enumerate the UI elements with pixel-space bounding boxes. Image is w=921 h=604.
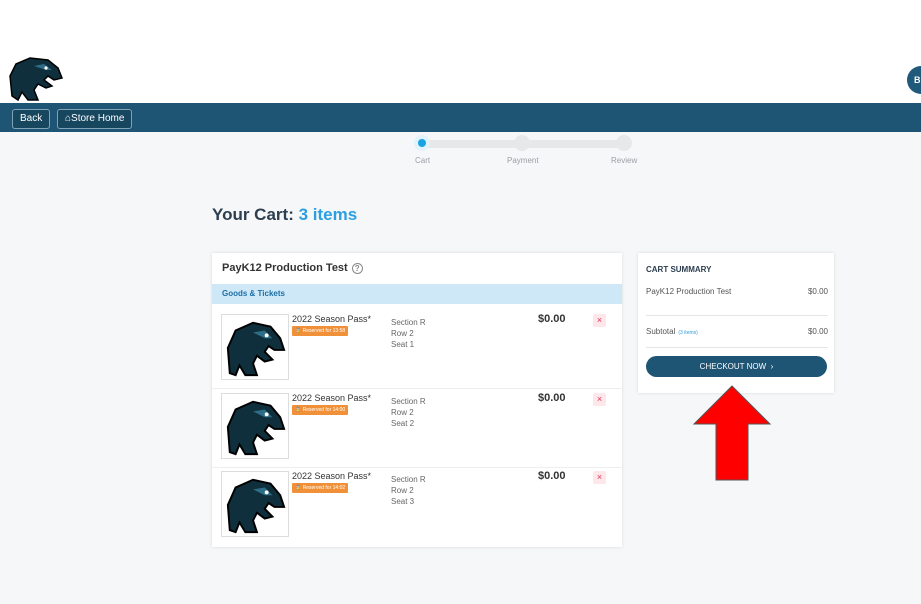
item-seat-number: Seat 2: [391, 419, 415, 428]
step-payment-dot: [514, 135, 530, 151]
panther-thumbnail: [221, 393, 289, 459]
item-price: $0.00: [538, 392, 566, 404]
item-seat-number: Seat 3: [391, 497, 415, 506]
subtotal-label: Subtotal: [646, 327, 676, 336]
item-seat-info: Section R Row 2 Seat 3: [391, 474, 426, 507]
panther-thumbnail: [221, 471, 289, 537]
remove-item-button[interactable]: ×: [593, 314, 606, 327]
cart-title: Your Cart: 3 items: [212, 205, 357, 225]
help-icon[interactable]: ?: [351, 263, 363, 274]
reserved-timer-badge: ⌛ Reserved for 14:02: [292, 483, 349, 493]
checkout-stepper: Cart Payment Review: [0, 132, 921, 172]
user-avatar[interactable]: BI: [907, 66, 921, 94]
item-price: $0.00: [538, 470, 566, 482]
checkout-label: CHECKOUT NOW: [699, 362, 767, 371]
store-home-label: Store Home: [71, 113, 125, 124]
step-review-label: Review: [611, 156, 638, 165]
step-cart-dot: [414, 135, 430, 151]
cart-store-header: PayK12 Production Test?: [222, 262, 363, 274]
summary-subtotal-row: Subtotal (3 items) $0.00: [646, 327, 828, 336]
red-up-arrow: [692, 385, 772, 481]
item-section: Section R: [391, 475, 426, 484]
reserved-timer-text: Reserved for 14:02: [302, 485, 346, 491]
hourglass-icon: ⌛: [295, 485, 302, 491]
item-row-number: Row 2: [391, 408, 414, 417]
item-name: 2022 Season Pass*: [292, 393, 372, 403]
cart-item-count: 3 items: [298, 205, 358, 224]
close-icon: ×: [596, 394, 603, 404]
remove-item-button[interactable]: ×: [593, 393, 606, 406]
item-row-number: Row 2: [391, 486, 414, 495]
step-cart-label: Cart: [415, 156, 431, 165]
subtotal-item-count: (3 items): [678, 330, 698, 336]
step-payment-label: Payment: [507, 156, 539, 165]
cart-item-row: 2022 Season Pass* ⌛ Reserved for 14:02 S…: [212, 468, 622, 546]
close-icon: ×: [596, 472, 603, 482]
store-navbar: Back ⌂Store Home: [0, 103, 921, 132]
hourglass-icon: ⌛: [295, 407, 302, 413]
cart-item-row: 2022 Season Pass* ⌛ Reserved for 13:58 S…: [212, 311, 622, 389]
close-icon: ×: [596, 315, 603, 325]
cart-store-name: PayK12 Production Test: [222, 262, 348, 274]
reserved-timer-badge: ⌛ Reserved for 13:58: [292, 326, 349, 336]
top-header: BI: [0, 0, 921, 103]
remove-item-button[interactable]: ×: [593, 471, 606, 484]
back-button[interactable]: Back: [12, 109, 51, 129]
goods-tickets-section: Goods & Tickets: [212, 284, 622, 304]
chevron-right-icon: ›: [770, 362, 774, 371]
cart-title-text: Your Cart:: [212, 205, 294, 224]
summary-store-row: PayK12 Production Test $0.00: [646, 287, 828, 296]
panther-thumbnail: [221, 314, 289, 380]
item-seat-info: Section R Row 2 Seat 2: [391, 396, 426, 429]
item-seat-number: Seat 1: [391, 340, 415, 349]
item-section: Section R: [391, 397, 426, 406]
reserved-timer-badge: ⌛ Reserved for 14:00: [292, 405, 349, 415]
hourglass-icon: ⌛: [295, 328, 302, 334]
reserved-timer-text: Reserved for 14:00: [302, 407, 346, 413]
item-row-number: Row 2: [391, 329, 414, 338]
cart-summary-panel: CART SUMMARY PayK12 Production Test $0.0…: [638, 253, 834, 393]
item-name: 2022 Season Pass*: [292, 471, 372, 481]
summary-divider: [646, 315, 828, 316]
summary-store-name: PayK12 Production Test: [646, 287, 732, 296]
item-section: Section R: [391, 318, 426, 327]
summary-divider: [646, 347, 828, 348]
cart-summary-title: CART SUMMARY: [646, 265, 712, 274]
item-name: 2022 Season Pass*: [292, 314, 372, 324]
panther-logo[interactable]: [8, 56, 64, 102]
cart-item-row: 2022 Season Pass* ⌛ Reserved for 14:00 S…: [212, 390, 622, 468]
summary-store-amount: $0.00: [807, 287, 828, 296]
store-home-button[interactable]: ⌂Store Home: [57, 109, 133, 129]
item-price: $0.00: [538, 313, 566, 325]
checkout-now-button[interactable]: CHECKOUT NOW ›: [646, 356, 827, 377]
reserved-timer-text: Reserved for 13:58: [302, 328, 346, 334]
subtotal-amount: $0.00: [807, 327, 828, 336]
cart-panel: PayK12 Production Test? Goods & Tickets …: [212, 253, 622, 547]
step-review-dot: [616, 135, 632, 151]
item-seat-info: Section R Row 2 Seat 1: [391, 317, 426, 350]
